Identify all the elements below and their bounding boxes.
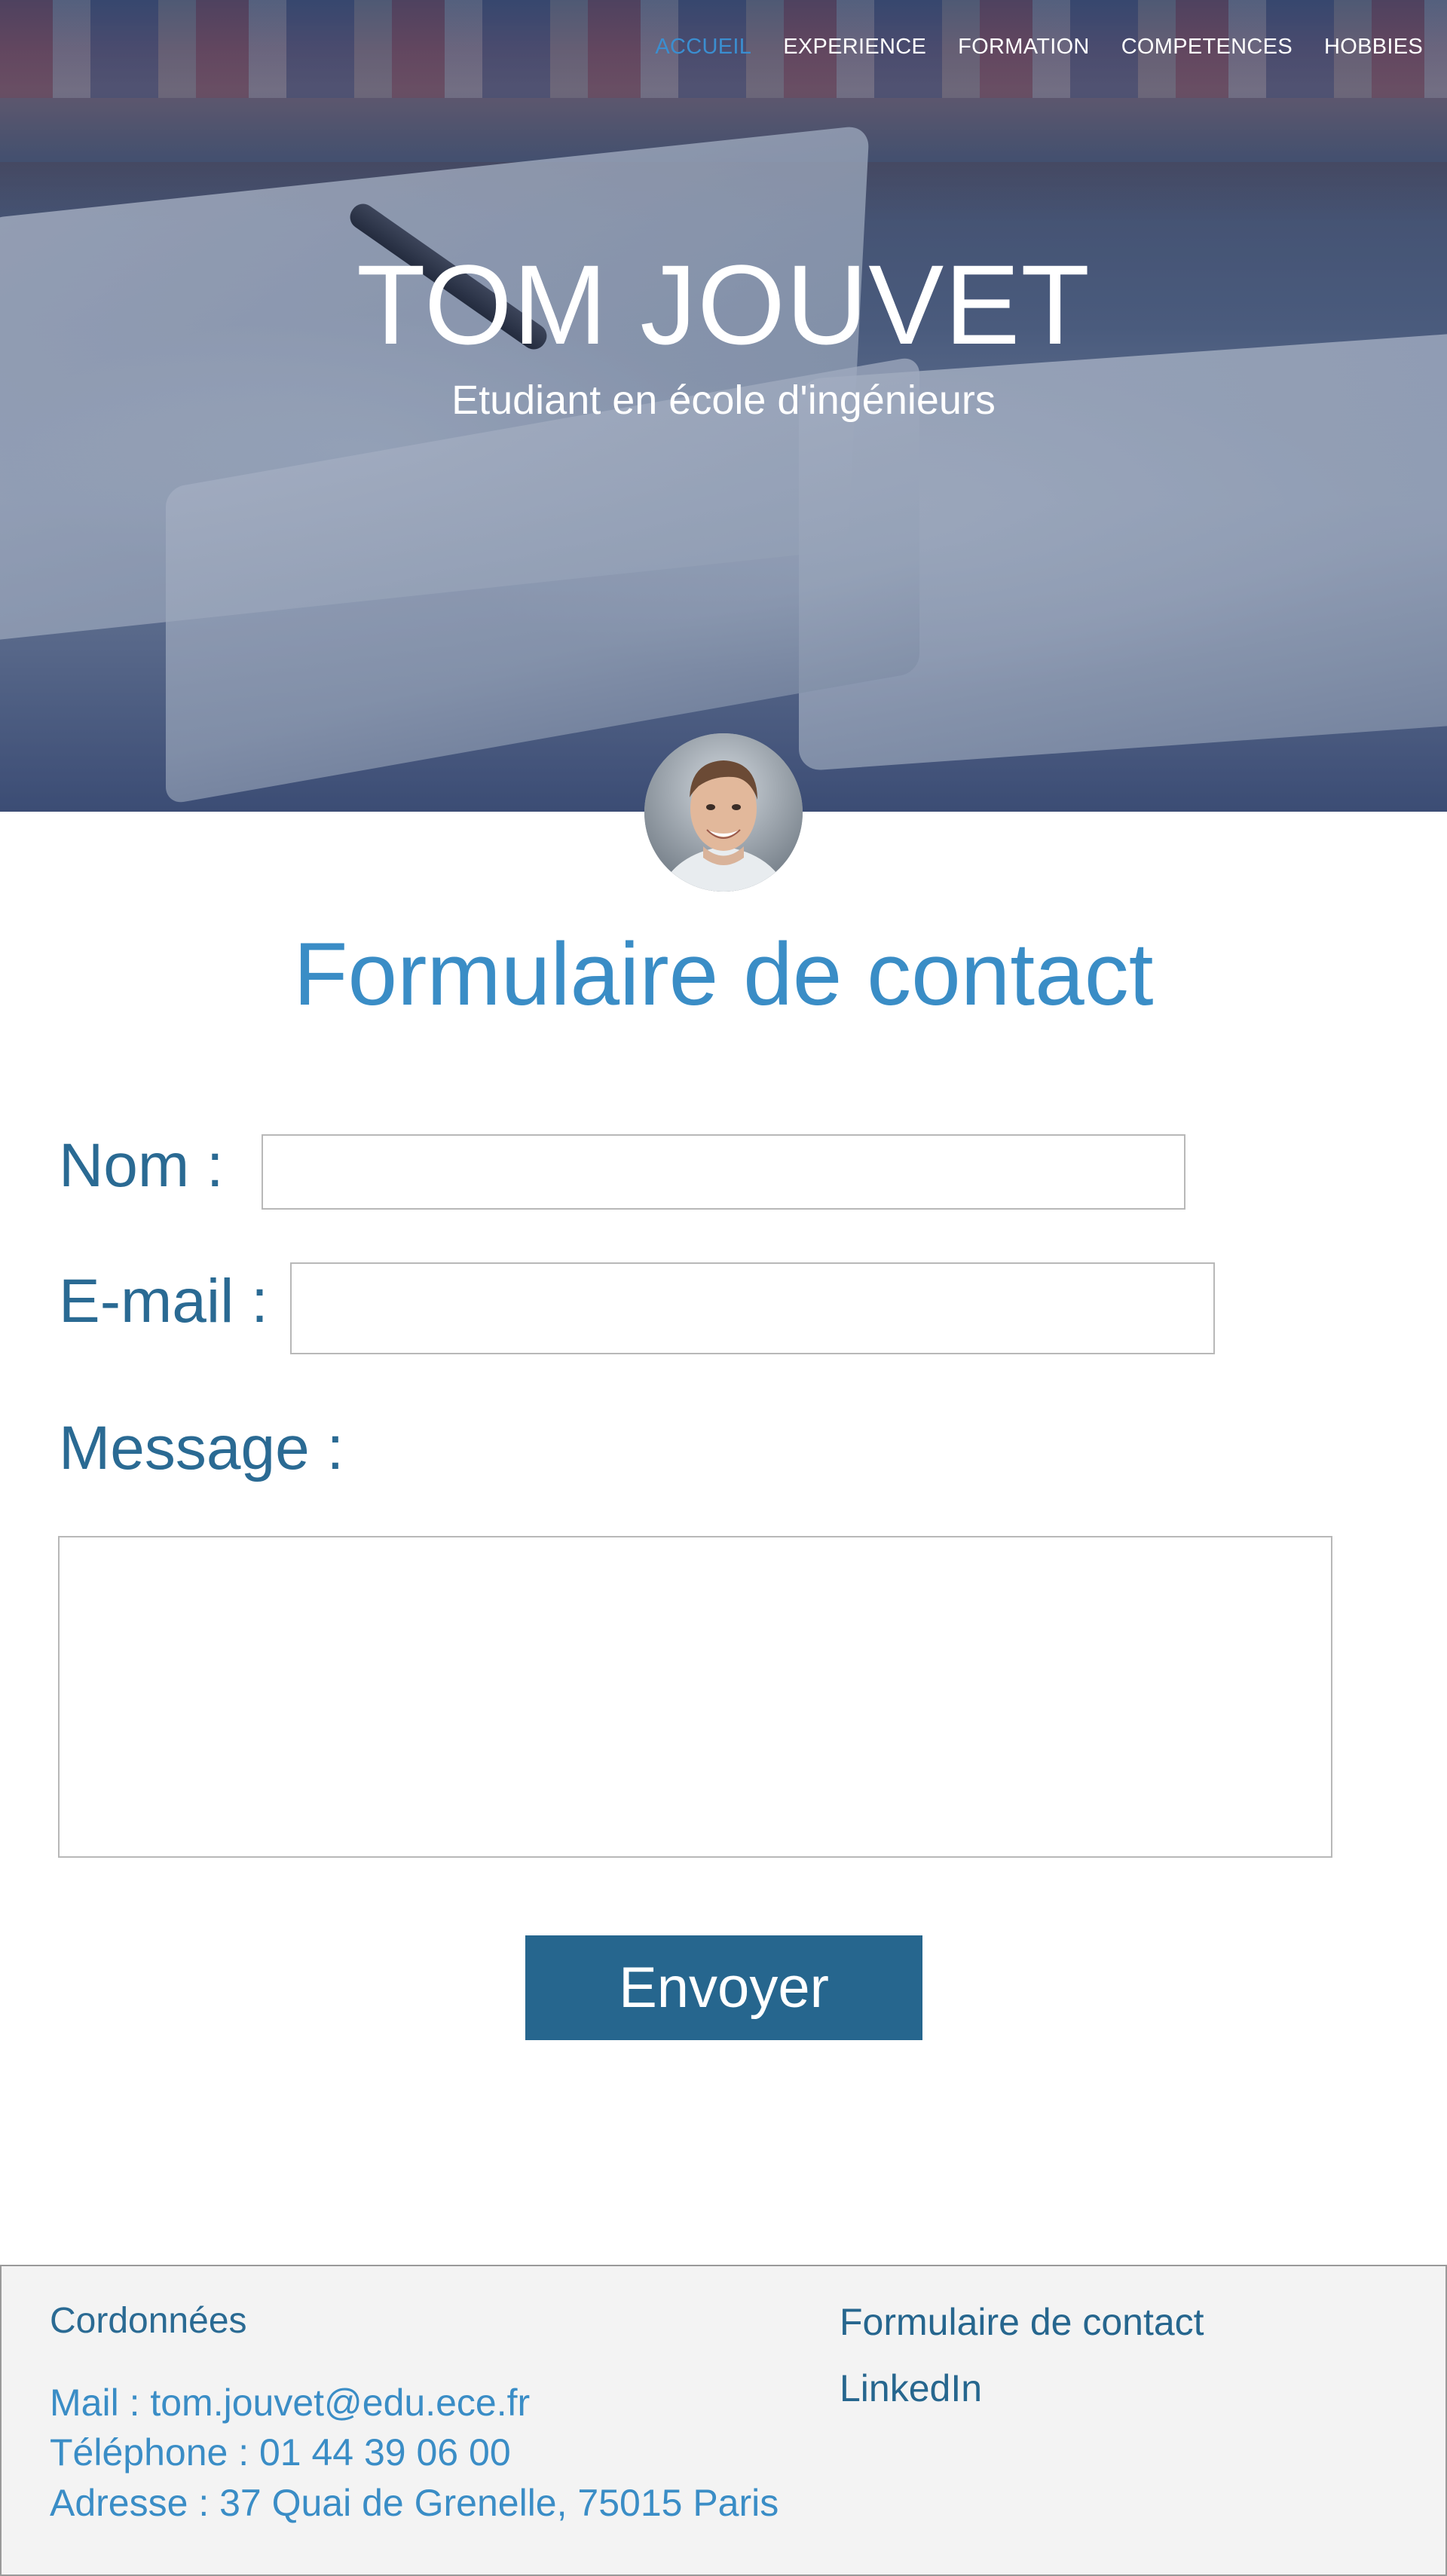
profile-photo (644, 733, 803, 892)
nav-item-hobbies[interactable]: HOBBIES (1324, 35, 1423, 60)
nav-item-accueil[interactable]: ACCUEIL (655, 35, 751, 60)
message-label: Message : (59, 1414, 344, 1482)
nav-item-experience[interactable]: EXPERIENCE (783, 35, 926, 60)
hero-subtitle: Etudiant en école d'ingénieurs (451, 378, 996, 423)
name-field-box (262, 1134, 1185, 1210)
profile-avatar (644, 733, 803, 892)
message-textarea[interactable] (60, 1537, 1331, 1856)
name-input[interactable] (263, 1136, 1184, 1208)
footer-link-contact-form[interactable]: Formulaire de contact (840, 2300, 1204, 2344)
footer-phone: Téléphone : 01 44 39 06 00 (50, 2431, 511, 2474)
send-button[interactable]: Envoyer (525, 1935, 922, 2040)
footer-link-linkedin[interactable]: LinkedIn (840, 2366, 982, 2410)
footer: Cordonnées Mail : tom.jouvet@edu.ece.fr … (0, 2265, 1447, 2576)
nav-item-competences[interactable]: COMPETENCES (1121, 35, 1293, 60)
hero-name: TOM JOUVET (356, 241, 1091, 368)
email-label: E-mail : (59, 1267, 268, 1335)
footer-mail: Mail : tom.jouvet@edu.ece.fr (50, 2382, 531, 2424)
name-label: Nom : (59, 1131, 224, 1200)
message-field-box (58, 1536, 1332, 1858)
top-nav: ACCUEIL EXPERIENCE FORMATION COMPETENCES… (655, 0, 1447, 94)
contact-form-title: Formulaire de contact (293, 925, 1154, 1024)
footer-contact-heading: Cordonnées (50, 2301, 247, 2341)
email-input[interactable] (292, 1264, 1213, 1353)
email-field-box (290, 1262, 1215, 1354)
nav-item-formation[interactable]: FORMATION (958, 35, 1090, 60)
hero-banner: ACCUEIL EXPERIENCE FORMATION COMPETENCES… (0, 0, 1447, 812)
footer-address: Adresse : 37 Quai de Grenelle, 75015 Par… (50, 2482, 779, 2524)
